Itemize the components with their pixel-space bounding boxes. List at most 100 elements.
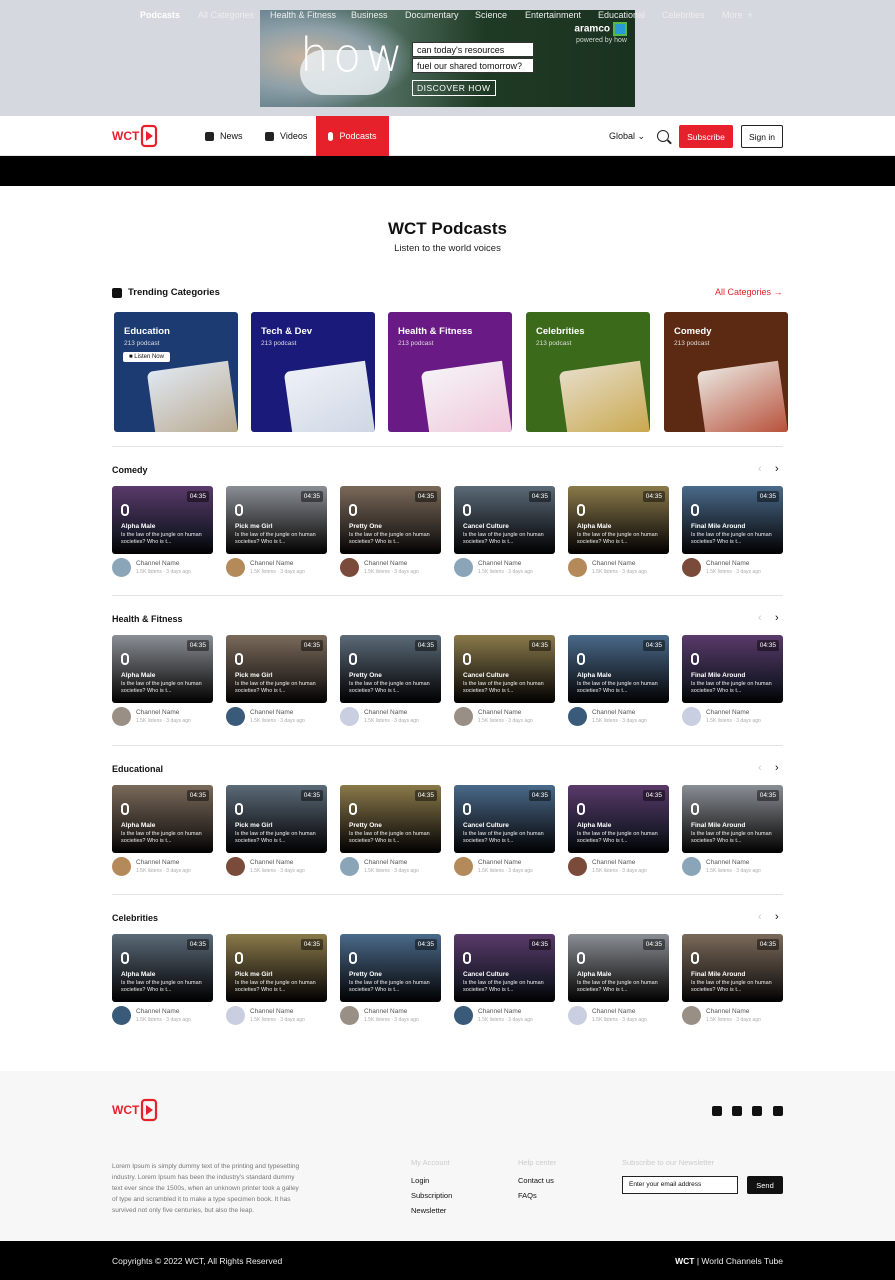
subscribe-button[interactable]: Subscribe bbox=[679, 125, 733, 148]
channel-meta[interactable]: Channel Name 1.5K listens · 3 days ago bbox=[112, 1006, 213, 1026]
chevron-left-icon[interactable]: ‹ bbox=[758, 762, 762, 774]
podcast-card-alpha-male[interactable]: 04:35 Alpha Male Is the law of the jungle … bbox=[112, 934, 213, 1002]
podcast-card-pretty-one[interactable]: 04:35 Pretty One Is the law of the jungle … bbox=[340, 635, 441, 703]
wct-logo[interactable]: WCT bbox=[112, 124, 158, 148]
trending-card-comedy[interactable]: Comedy 213 podcast bbox=[664, 312, 788, 432]
podcast-card-final-mile-around[interactable]: 04:35 Final Mile Around Is the law of the … bbox=[682, 785, 783, 853]
channel-meta[interactable]: Channel Name 1.5K listens · 3 days ago bbox=[226, 707, 327, 727]
sign-in-button[interactable]: Sign in bbox=[741, 125, 783, 148]
avatar bbox=[454, 1006, 473, 1025]
podcast-card-pick-me-girl[interactable]: 04:35 Pick me Girl Is the law of the jungl… bbox=[226, 635, 327, 703]
podcast-card-pretty-one[interactable]: 04:35 Pretty One Is the law of the jungle … bbox=[340, 785, 441, 853]
channel-meta[interactable]: Channel Name 1.5K listens · 3 days ago bbox=[340, 558, 441, 578]
cat-health[interactable]: Health & Fitness bbox=[270, 0, 336, 30]
cat-educational[interactable]: Educational bbox=[598, 0, 645, 30]
channel-name: Channel Name bbox=[478, 859, 522, 866]
linkedin-icon[interactable] bbox=[752, 1106, 762, 1116]
podcast-card-final-mile-around[interactable]: 04:35 Final Mile Around Is the law of the … bbox=[682, 486, 783, 554]
cat-science[interactable]: Science bbox=[475, 0, 507, 30]
trending-card-tech[interactable]: Tech & Dev 213 podcast bbox=[251, 312, 375, 432]
channel-meta[interactable]: Channel Name 1.5K listens · 3 days ago bbox=[454, 1006, 555, 1026]
chevron-right-icon[interactable]: › bbox=[775, 463, 779, 475]
channel-meta[interactable]: Channel Name 1.5K listens · 3 days ago bbox=[112, 707, 213, 727]
channel-meta[interactable]: Channel Name 1.5K listens · 3 days ago bbox=[226, 1006, 327, 1026]
channel-info: 1.5K listens · 3 days ago bbox=[250, 868, 305, 874]
podcast-card-final-mile-around[interactable]: 04:35 Final Mile Around Is the law of the … bbox=[682, 934, 783, 1002]
chevron-right-icon[interactable]: › bbox=[775, 612, 779, 624]
cat-business[interactable]: Business bbox=[351, 0, 388, 30]
podcast-card-alpha-male[interactable]: 04:35 Alpha Male Is the law of the jungle … bbox=[112, 486, 213, 554]
podcast-card-pretty-one[interactable]: 04:35 Pretty One Is the law of the jungle … bbox=[340, 934, 441, 1002]
all-categories-link[interactable]: All Categories → bbox=[715, 287, 783, 297]
channel-meta[interactable]: Channel Name 1.5K listens · 3 days ago bbox=[568, 857, 669, 877]
email-field[interactable]: Enter your email address bbox=[622, 1176, 738, 1194]
podcast-card-alpha-male[interactable]: 04:35 Alpha Male Is the law of the jungle … bbox=[568, 486, 669, 554]
channel-meta[interactable]: Channel Name 1.5K listens · 3 days ago bbox=[682, 558, 783, 578]
chevron-left-icon[interactable]: ‹ bbox=[758, 911, 762, 923]
channel-meta[interactable]: Channel Name 1.5K listens · 3 days ago bbox=[340, 1006, 441, 1026]
channel-meta[interactable]: Channel Name 1.5K listens · 3 days ago bbox=[454, 558, 555, 578]
newsletter-link[interactable]: Newsletter bbox=[411, 1206, 446, 1215]
podcast-card-alpha-male[interactable]: 04:35 Alpha Male Is the law of the jungle … bbox=[568, 785, 669, 853]
channel-meta[interactable]: Channel Name 1.5K listens · 3 days ago bbox=[340, 707, 441, 727]
channel-meta[interactable]: Channel Name 1.5K listens · 3 days ago bbox=[682, 707, 783, 727]
chevron-right-icon[interactable]: › bbox=[775, 762, 779, 774]
cat-more[interactable]: More + bbox=[722, 0, 753, 30]
podcast-card-cancel-culture[interactable]: 04:35 Cancel Culture Is the law of the jun… bbox=[454, 785, 555, 853]
channel-info: 1.5K listens · 3 days ago bbox=[592, 569, 647, 575]
cat-celebrities[interactable]: Celebrities bbox=[662, 0, 705, 30]
footer-logo[interactable]: WCT bbox=[112, 1098, 158, 1122]
cat-documentary[interactable]: Documentary bbox=[405, 0, 459, 30]
trending-card-celebrities[interactable]: Celebrities 213 podcast bbox=[526, 312, 650, 432]
avatar bbox=[226, 857, 245, 876]
chevron-left-icon[interactable]: ‹ bbox=[758, 463, 762, 475]
podcast-card-cancel-culture[interactable]: 04:35 Cancel Culture Is the law of the jun… bbox=[454, 934, 555, 1002]
channel-meta[interactable]: Channel Name 1.5K listens · 3 days ago bbox=[568, 707, 669, 727]
cat-podcasts[interactable]: Podcasts bbox=[140, 0, 180, 30]
channel-meta[interactable]: Channel Name 1.5K listens · 3 days ago bbox=[226, 857, 327, 877]
ad-cta-button[interactable]: DISCOVER HOW bbox=[412, 80, 496, 96]
twitter-icon[interactable] bbox=[712, 1106, 722, 1116]
trending-card-health[interactable]: Health & Fitness 213 podcast bbox=[388, 312, 512, 432]
faqs-link[interactable]: FAQs bbox=[518, 1191, 537, 1200]
facebook-icon[interactable] bbox=[732, 1106, 742, 1116]
podcast-card-alpha-male[interactable]: 04:35 Alpha Male Is the law of the jungle … bbox=[112, 785, 213, 853]
nav-podcasts[interactable]: Podcasts bbox=[316, 116, 389, 156]
channel-meta[interactable]: Channel Name 1.5K listens · 3 days ago bbox=[454, 857, 555, 877]
nav-news[interactable]: News bbox=[205, 116, 243, 156]
channel-meta[interactable]: Channel Name 1.5K listens · 3 days ago bbox=[682, 857, 783, 877]
channel-meta[interactable]: Channel Name 1.5K listens · 3 days ago bbox=[568, 1006, 669, 1026]
podcast-card-alpha-male[interactable]: 04:35 Alpha Male Is the law of the jungle … bbox=[112, 635, 213, 703]
podcast-card-alpha-male[interactable]: 04:35 Alpha Male Is the law of the jungle … bbox=[568, 934, 669, 1002]
podcast-card-pick-me-girl[interactable]: 04:35 Pick me Girl Is the law of the jungl… bbox=[226, 486, 327, 554]
podcast-card-pick-me-girl[interactable]: 04:35 Pick me Girl Is the law of the jungl… bbox=[226, 934, 327, 1002]
podcast-card-cancel-culture[interactable]: 04:35 Cancel Culture Is the law of the jun… bbox=[454, 635, 555, 703]
chevron-left-icon[interactable]: ‹ bbox=[758, 612, 762, 624]
podcast-card-pretty-one[interactable]: 04:35 Pretty One Is the law of the jungle … bbox=[340, 486, 441, 554]
channel-meta[interactable]: Channel Name 1.5K listens · 3 days ago bbox=[112, 558, 213, 578]
channel-meta[interactable]: Channel Name 1.5K listens · 3 days ago bbox=[454, 707, 555, 727]
channel-meta[interactable]: Channel Name 1.5K listens · 3 days ago bbox=[340, 857, 441, 877]
channel-meta[interactable]: Channel Name 1.5K listens · 3 days ago bbox=[112, 857, 213, 877]
instagram-icon[interactable] bbox=[773, 1106, 783, 1116]
listen-now-button[interactable]: ■ Listen Now bbox=[123, 352, 170, 362]
cat-all[interactable]: All Categories bbox=[198, 0, 254, 30]
send-button[interactable]: Send bbox=[747, 1176, 783, 1194]
podcast-description: Is the law of the jungle on human societ… bbox=[463, 831, 544, 844]
podcast-card-pick-me-girl[interactable]: 04:35 Pick me Girl Is the law of the jungl… bbox=[226, 785, 327, 853]
login-link[interactable]: Login bbox=[411, 1176, 429, 1185]
channel-meta[interactable]: Channel Name 1.5K listens · 3 days ago bbox=[226, 558, 327, 578]
podcast-card-alpha-male[interactable]: 04:35 Alpha Male Is the law of the jungle … bbox=[568, 635, 669, 703]
chevron-right-icon[interactable]: › bbox=[775, 911, 779, 923]
trending-card-education[interactable]: Education 213 podcast ■ Listen Now bbox=[114, 312, 238, 432]
contact-link[interactable]: Contact us bbox=[518, 1176, 554, 1185]
podcast-card-cancel-culture[interactable]: 04:35 Cancel Culture Is the law of the jun… bbox=[454, 486, 555, 554]
region-select[interactable]: Global ⌄ bbox=[609, 131, 645, 142]
podcast-card-final-mile-around[interactable]: 04:35 Final Mile Around Is the law of the … bbox=[682, 635, 783, 703]
channel-meta[interactable]: Channel Name 1.5K listens · 3 days ago bbox=[568, 558, 669, 578]
cat-entertainment[interactable]: Entertainment bbox=[525, 0, 581, 30]
search-icon[interactable] bbox=[657, 130, 669, 142]
subscription-link[interactable]: Subscription bbox=[411, 1191, 452, 1200]
nav-videos[interactable]: Videos bbox=[265, 116, 307, 156]
channel-meta[interactable]: Channel Name 1.5K listens · 3 days ago bbox=[682, 1006, 783, 1026]
